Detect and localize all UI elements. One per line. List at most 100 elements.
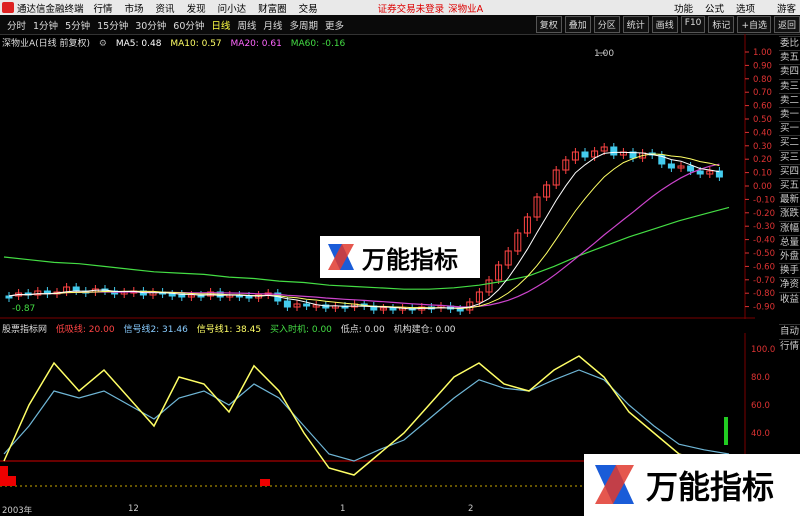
side-tab[interactable]: 收益 (779, 291, 800, 307)
price-tick-label: 0.90 (753, 61, 772, 71)
menu-gongneng[interactable]: 功能 (674, 1, 693, 15)
price-tick-label: 0.30 (753, 142, 772, 152)
side-tab[interactable]: 卖二 (779, 92, 800, 108)
app-title: 通达信金融终端 (17, 3, 84, 15)
price-tick-label: 0.20 (753, 155, 772, 165)
watermark-logo-large: 万能指标 (584, 454, 800, 516)
side-tab[interactable]: 涨跌 (779, 206, 800, 221)
tool-back[interactable]: 返回 (773, 16, 800, 33)
watermark-icon (595, 465, 634, 504)
side-tab[interactable]: 委比 (779, 36, 800, 51)
menu-item-faxian[interactable]: 发现 (187, 1, 206, 15)
side-tab[interactable]: 行情 (779, 339, 800, 354)
menu-item-hangqing[interactable]: 行情 (94, 1, 113, 15)
low-price-label: -0.87 (12, 304, 35, 314)
side-tab[interactable]: 卖五 (779, 50, 800, 65)
menu-item-caifuquan[interactable]: 财富圈 (258, 1, 287, 15)
price-tick-label: 0.80 (753, 75, 772, 85)
date-label: 12 (128, 504, 139, 514)
side-tab[interactable]: 卖一 (779, 107, 800, 122)
stock-link[interactable]: 深物业A (448, 1, 483, 15)
candle-body (581, 151, 589, 158)
side-tab[interactable]: 卖四 (779, 64, 800, 79)
candle-body (245, 295, 253, 299)
menu-item-wenxiaoda[interactable]: 问小达 (218, 1, 247, 15)
price-tick-label: -0.50 (753, 249, 775, 259)
red-bar (260, 479, 270, 486)
tool-f10[interactable]: F10 (680, 16, 706, 33)
period-1min[interactable]: 1分钟 (33, 18, 58, 32)
price-tick-label: -0.20 (753, 209, 775, 219)
tool-fuquan[interactable]: 复权 (535, 16, 562, 33)
menu-item-shichang[interactable]: 市场 (125, 1, 144, 15)
tool-biaoji[interactable]: 标记 (708, 16, 735, 33)
period-5min[interactable]: 5分钟 (65, 18, 90, 32)
period-weekly[interactable]: 周线 (237, 18, 256, 32)
period-more[interactable]: 更多 (325, 18, 344, 32)
ma5-line (8, 151, 720, 310)
side-tab[interactable]: 买五 (779, 178, 800, 193)
period-toolbar: 分时 1分钟 5分钟 15分钟 30分钟 60分钟 日线 周线 月线 多周期 更… (0, 15, 800, 35)
indicator-tick-label: 60.0 (751, 401, 770, 411)
period-multi[interactable]: 多周期 (289, 18, 318, 32)
tool-diejia[interactable]: 叠加 (564, 16, 591, 33)
period-daily[interactable]: 日线 (211, 18, 230, 32)
candle-body (283, 300, 291, 308)
price-tick-label: 0.10 (753, 169, 772, 179)
watermark-logo: 万能指标 (320, 236, 480, 278)
menu-item-zixun[interactable]: 资讯 (156, 1, 175, 15)
price-tick-label: 0.70 (753, 88, 772, 98)
price-tick-label: -0.70 (753, 276, 775, 286)
side-tab[interactable]: 净资 (779, 277, 800, 292)
high-price-label: 1.00 (594, 49, 614, 59)
side-tab[interactable]: 买一 (779, 121, 800, 136)
indicator-tick-label: 100.0 (751, 345, 775, 355)
price-tick-label: -0.80 (753, 289, 775, 299)
side-tab[interactable]: 换手 (779, 263, 800, 278)
side-tab[interactable]: 外盘 (779, 249, 800, 264)
price-tick-label: -0.30 (753, 222, 775, 232)
period-monthly[interactable]: 月线 (263, 18, 282, 32)
green-bar (724, 417, 728, 445)
period-60min[interactable]: 60分钟 (173, 18, 204, 32)
tool-tongji[interactable]: 统计 (622, 16, 649, 33)
candle-body (389, 307, 397, 311)
candle-body (667, 163, 675, 169)
menu-bar: 通达信金融终端 行情 市场 资讯 发现 问小达 财富圈 交易 证券交易未登录 深… (0, 0, 800, 15)
period-30min[interactable]: 30分钟 (135, 18, 166, 32)
side-tab[interactable]: 买四 (779, 163, 800, 179)
tool-fenqu[interactable]: 分区 (593, 16, 620, 33)
price-tick-label: -0.40 (753, 236, 775, 246)
candle-body (168, 293, 176, 297)
login-warning[interactable]: 证券交易未登录 (378, 1, 445, 15)
tool-add-favorite[interactable]: +自选 (737, 16, 771, 33)
candle-body (456, 308, 464, 312)
side-tab[interactable]: 最新 (779, 192, 800, 207)
watermark-text: 万能指标 (646, 468, 775, 506)
period-fenshi[interactable]: 分时 (7, 18, 26, 32)
menu-gongshi[interactable]: 公式 (705, 1, 724, 15)
candle-body (610, 146, 618, 156)
side-tab[interactable]: 涨幅 (779, 220, 800, 236)
price-tick-label: 0.40 (753, 128, 772, 138)
price-tick-label: 1.00 (753, 48, 772, 58)
candle-body (72, 286, 80, 292)
side-tab[interactable]: 总量 (779, 234, 800, 250)
menu-item-jiaoyi[interactable]: 交易 (299, 1, 318, 15)
date-label: 2003年 (2, 506, 33, 516)
menu-xuanxiang[interactable]: 选项 (736, 1, 755, 15)
candle-body (687, 165, 695, 172)
side-tab[interactable]: 买二 (779, 135, 800, 150)
side-tab[interactable]: 卖三 (779, 78, 800, 94)
price-tick-label: -0.60 (753, 262, 775, 272)
date-label: 1 (340, 504, 346, 514)
side-tab[interactable]: 自动 (779, 324, 800, 339)
price-tick-label: -0.10 (753, 195, 775, 205)
price-tick-label: -0.90 (753, 303, 775, 313)
period-15min[interactable]: 15分钟 (97, 18, 128, 32)
tool-huaxian[interactable]: 画线 (651, 16, 678, 33)
candle-body (303, 303, 311, 307)
menu-youke[interactable]: 游客 (777, 1, 796, 15)
side-tab[interactable]: 买三 (779, 149, 800, 165)
price-tick-label: 0.00 (753, 182, 772, 192)
